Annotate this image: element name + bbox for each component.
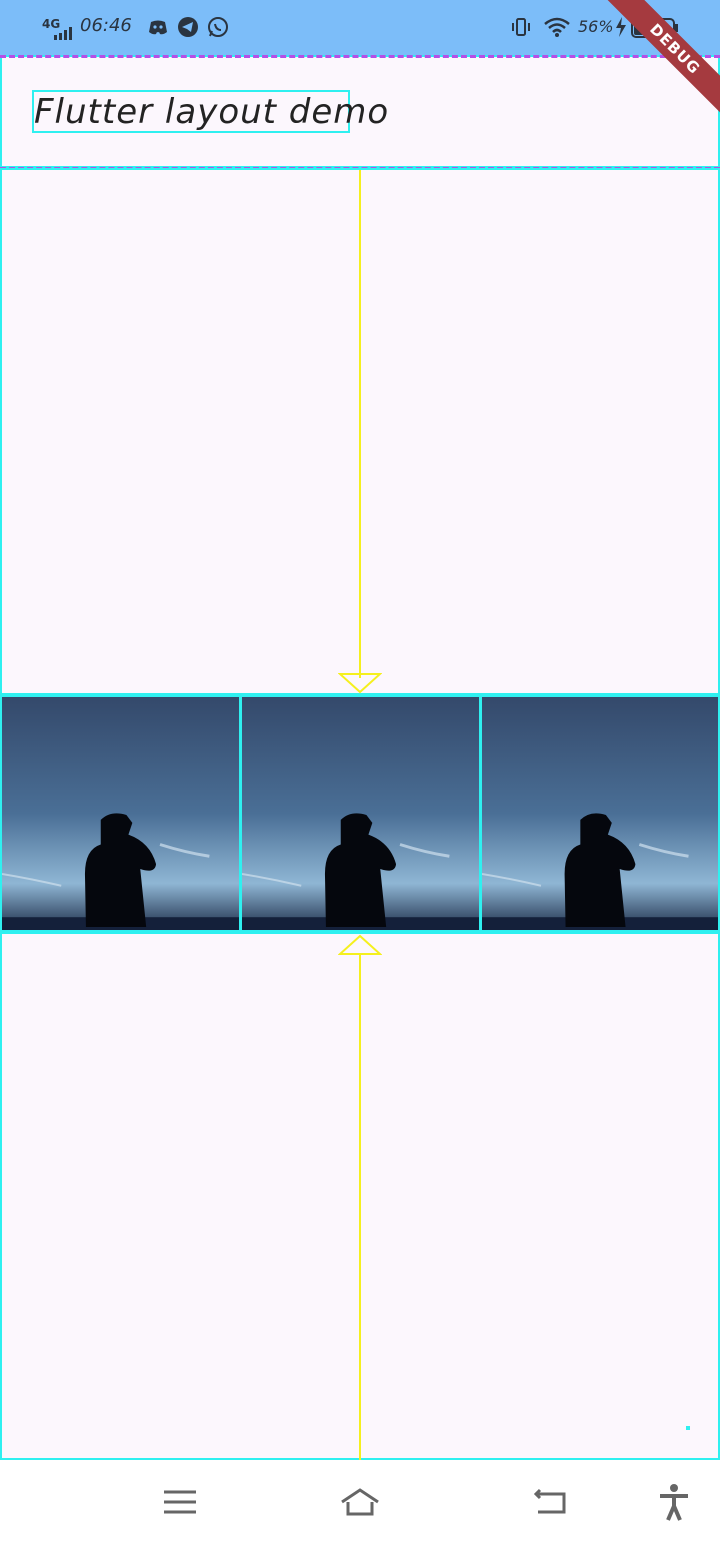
whatsapp-icon — [207, 16, 229, 38]
menu-icon — [164, 1490, 196, 1514]
telegram-icon — [177, 16, 199, 38]
gallery-image-2 — [240, 695, 481, 932]
page-title: Flutter layout demo — [34, 92, 390, 132]
up-arrow-icon — [338, 934, 382, 955]
menu-button[interactable] — [156, 1478, 204, 1526]
status-bar: 4G 06:46 56% — [0, 0, 720, 55]
back-icon — [533, 1488, 566, 1514]
guide-dot — [686, 1426, 690, 1430]
home-icon — [341, 1488, 379, 1516]
signal-icon — [52, 22, 74, 40]
accessibility-icon — [660, 1484, 688, 1521]
discord-icon — [147, 16, 169, 38]
vibrate-icon — [510, 16, 532, 38]
bottom-center-guide — [359, 954, 361, 1460]
down-arrow-icon — [338, 673, 382, 694]
top-center-guide — [359, 170, 361, 678]
gallery-image-1 — [0, 695, 241, 932]
accessibility-button[interactable] — [650, 1478, 698, 1526]
wifi-icon — [544, 16, 570, 38]
gallery-image-3 — [480, 695, 720, 932]
app-bar-top-guide — [0, 55, 720, 58]
battery-percent: 56% — [578, 17, 614, 36]
back-button[interactable] — [526, 1478, 574, 1526]
charging-icon — [614, 16, 628, 38]
clock: 06:46 — [80, 15, 132, 36]
home-button[interactable] — [336, 1478, 384, 1526]
